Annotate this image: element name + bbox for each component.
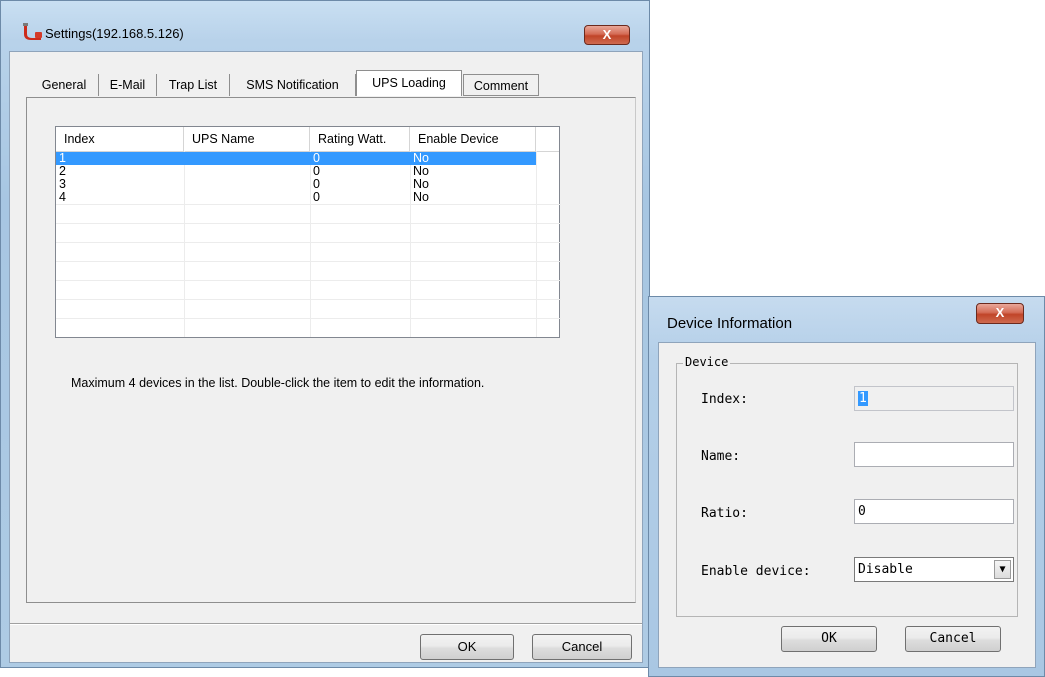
device-cancel-button[interactable]: Cancel <box>905 626 1001 652</box>
grid-line <box>56 318 561 319</box>
device-group-label: Device <box>683 355 731 369</box>
device-information-dialog: Device Information X Device Index: 1 Nam… <box>648 296 1045 677</box>
index-value: 1 <box>858 391 868 406</box>
index-field[interactable]: 1 <box>854 386 1014 411</box>
column-header-ups-name[interactable]: UPS Name <box>184 127 310 151</box>
cell-enable: No <box>413 190 429 204</box>
table-row[interactable]: 4 0 No <box>56 191 536 204</box>
enable-device-select[interactable]: Disable ▼ <box>854 557 1014 582</box>
cell-index: 4 <box>59 190 66 204</box>
device-ok-button[interactable]: OK <box>781 626 877 652</box>
enable-device-label: Enable device: <box>701 564 811 579</box>
tab-email[interactable]: E-Mail <box>99 74 157 96</box>
table-row[interactable]: 3 0 No <box>56 178 536 191</box>
column-header-index[interactable]: Index <box>56 127 184 151</box>
settings-window: Settings(192.168.5.126) X General E-Mail… <box>0 0 650 668</box>
ups-plug-icon <box>23 23 42 40</box>
grid-line <box>56 223 561 224</box>
list-header: Index UPS Name Rating Watt. Enable Devic… <box>56 127 559 152</box>
tab-general[interactable]: General <box>30 74 99 96</box>
list-hint-text: Maximum 4 devices in the list. Double-cl… <box>71 376 485 390</box>
settings-titlebar[interactable]: Settings(192.168.5.126) X <box>1 1 649 45</box>
ok-button[interactable]: OK <box>420 634 514 660</box>
device-client-area: Device Index: 1 Name: Ratio: 0 Enable de… <box>658 342 1036 668</box>
cell-rating: 0 <box>313 190 320 204</box>
table-row[interactable]: 1 0 No <box>56 152 536 165</box>
name-label: Name: <box>701 449 741 464</box>
table-row[interactable]: 2 0 No <box>56 165 536 178</box>
close-icon: X <box>602 27 612 42</box>
tab-trap-list[interactable]: Trap List <box>157 74 230 96</box>
enable-device-value: Disable <box>858 562 913 577</box>
divider <box>10 623 642 625</box>
column-header-enable-device[interactable]: Enable Device <box>410 127 536 151</box>
device-close-button[interactable]: X <box>976 303 1024 324</box>
grid-line <box>536 151 537 337</box>
grid-line <box>56 242 561 243</box>
grid-line <box>56 280 561 281</box>
grid-line <box>56 261 561 262</box>
settings-title: Settings(192.168.5.126) <box>45 26 184 41</box>
grid-line <box>56 204 561 205</box>
grid-line <box>56 299 561 300</box>
name-field[interactable] <box>854 442 1014 467</box>
close-icon: X <box>995 305 1005 320</box>
tab-ups-loading[interactable]: UPS Loading <box>356 70 462 96</box>
column-header-rating-watt[interactable]: Rating Watt. <box>310 127 410 151</box>
tab-comment[interactable]: Comment <box>463 74 539 96</box>
chevron-down-icon[interactable]: ▼ <box>994 560 1011 579</box>
device-dialog-title: Device Information <box>667 315 793 332</box>
index-label: Index: <box>701 392 748 407</box>
ratio-field[interactable]: 0 <box>854 499 1014 524</box>
settings-client-area: General E-Mail Trap List SMS Notificatio… <box>9 51 643 663</box>
tab-sms-notification[interactable]: SMS Notification <box>230 74 356 96</box>
settings-close-button[interactable]: X <box>584 25 630 45</box>
cancel-button[interactable]: Cancel <box>532 634 632 660</box>
device-groupbox: Device Index: 1 Name: Ratio: 0 Enable de… <box>676 355 1018 617</box>
ratio-label: Ratio: <box>701 506 748 521</box>
ups-device-list[interactable]: Index UPS Name Rating Watt. Enable Devic… <box>55 126 561 338</box>
